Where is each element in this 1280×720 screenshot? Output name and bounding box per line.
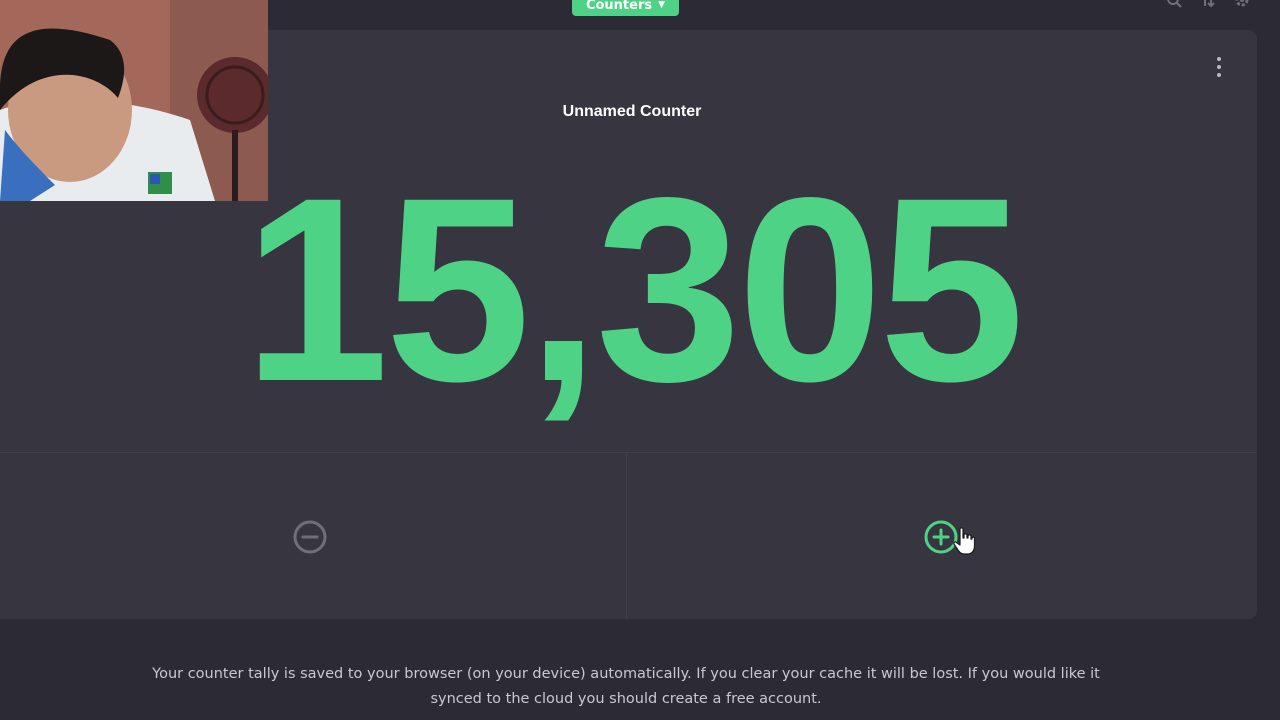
increment-area[interactable] (627, 453, 1257, 619)
webcam-overlay (0, 0, 268, 201)
storage-notice: Your counter tally is saved to your brow… (152, 666, 1100, 707)
counters-menu-label: Counters (585, 0, 653, 13)
minus-circle-icon[interactable] (292, 519, 328, 555)
webcam-person-image (0, 0, 268, 201)
chevron-down-icon: ▼ (658, 0, 666, 10)
kebab-menu-icon[interactable] (1211, 54, 1227, 80)
gear-icon[interactable] (1234, 0, 1250, 8)
decrement-area[interactable] (0, 453, 627, 619)
counter-controls (0, 452, 1257, 619)
counters-menu-button[interactable]: Counters ▼ (572, 0, 679, 16)
sort-icon[interactable] (1200, 0, 1216, 8)
counter-app: Counters ▼ Unnamed Counter 15,305 Your c… (0, 0, 1280, 720)
top-right-toolbar (1166, 0, 1250, 8)
search-icon[interactable] (1166, 0, 1182, 8)
hand-cursor-icon (953, 527, 975, 555)
